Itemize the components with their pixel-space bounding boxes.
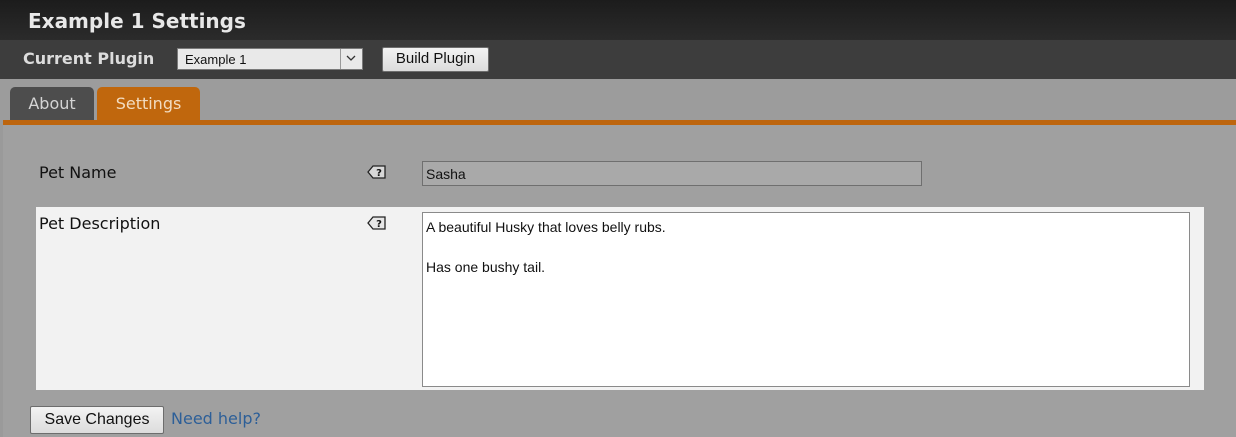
svg-text:?: ?	[376, 168, 382, 179]
tab-settings[interactable]: Settings	[97, 87, 200, 120]
title-bar: Example 1 Settings	[0, 0, 1236, 40]
plugin-select-value: Example 1	[185, 52, 247, 67]
need-help-link[interactable]: Need help?	[171, 409, 261, 428]
description-line: Has one bushy tail.	[426, 259, 546, 275]
tab-about[interactable]: About	[10, 87, 94, 120]
save-changes-button[interactable]: Save Changes	[30, 406, 164, 434]
current-plugin-label: Current Plugin	[23, 49, 155, 68]
plugin-bar: Current Plugin Example 1 Build Plugin	[0, 40, 1236, 79]
svg-text:?: ?	[376, 219, 382, 230]
build-plugin-button[interactable]: Build Plugin	[382, 47, 489, 72]
settings-page: Example 1 Settings Current Plugin Exampl…	[0, 0, 1236, 437]
pet-name-input[interactable]: Sasha	[422, 161, 922, 186]
pet-description-textarea[interactable]: A beautiful Husky that loves belly rubs.…	[422, 212, 1190, 387]
description-line	[426, 237, 1186, 257]
chevron-down-icon[interactable]	[340, 49, 362, 69]
help-tag-icon[interactable]: ?	[367, 215, 387, 235]
plugin-select[interactable]: Example 1	[177, 48, 363, 70]
pet-description-label: Pet Description	[39, 214, 161, 233]
description-line: A beautiful Husky that loves belly rubs.	[426, 219, 666, 235]
page-title: Example 1 Settings	[28, 9, 246, 33]
help-tag-icon[interactable]: ?	[367, 164, 387, 184]
pet-name-label: Pet Name	[39, 163, 117, 182]
tab-strip: About Settings	[0, 79, 1236, 120]
